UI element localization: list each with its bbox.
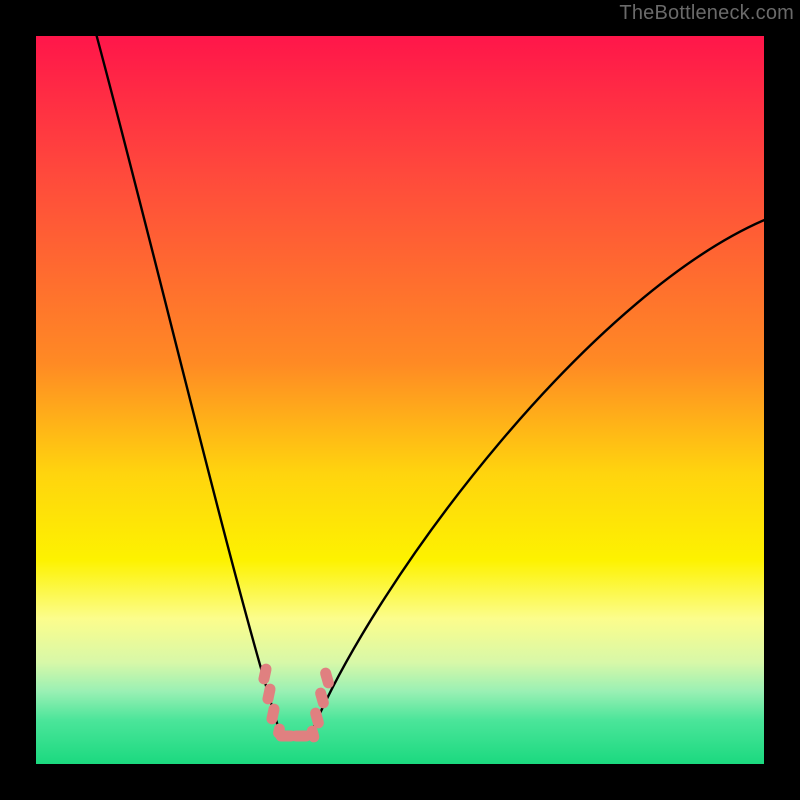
bottleneck-curve-left bbox=[94, 26, 281, 736]
valley-markers bbox=[258, 663, 335, 743]
chart-frame: TheBottleneck.com bbox=[0, 0, 800, 800]
chart-plot-area bbox=[36, 36, 764, 764]
watermark-text: TheBottleneck.com bbox=[619, 2, 794, 25]
bottleneck-curve-right bbox=[310, 216, 774, 736]
